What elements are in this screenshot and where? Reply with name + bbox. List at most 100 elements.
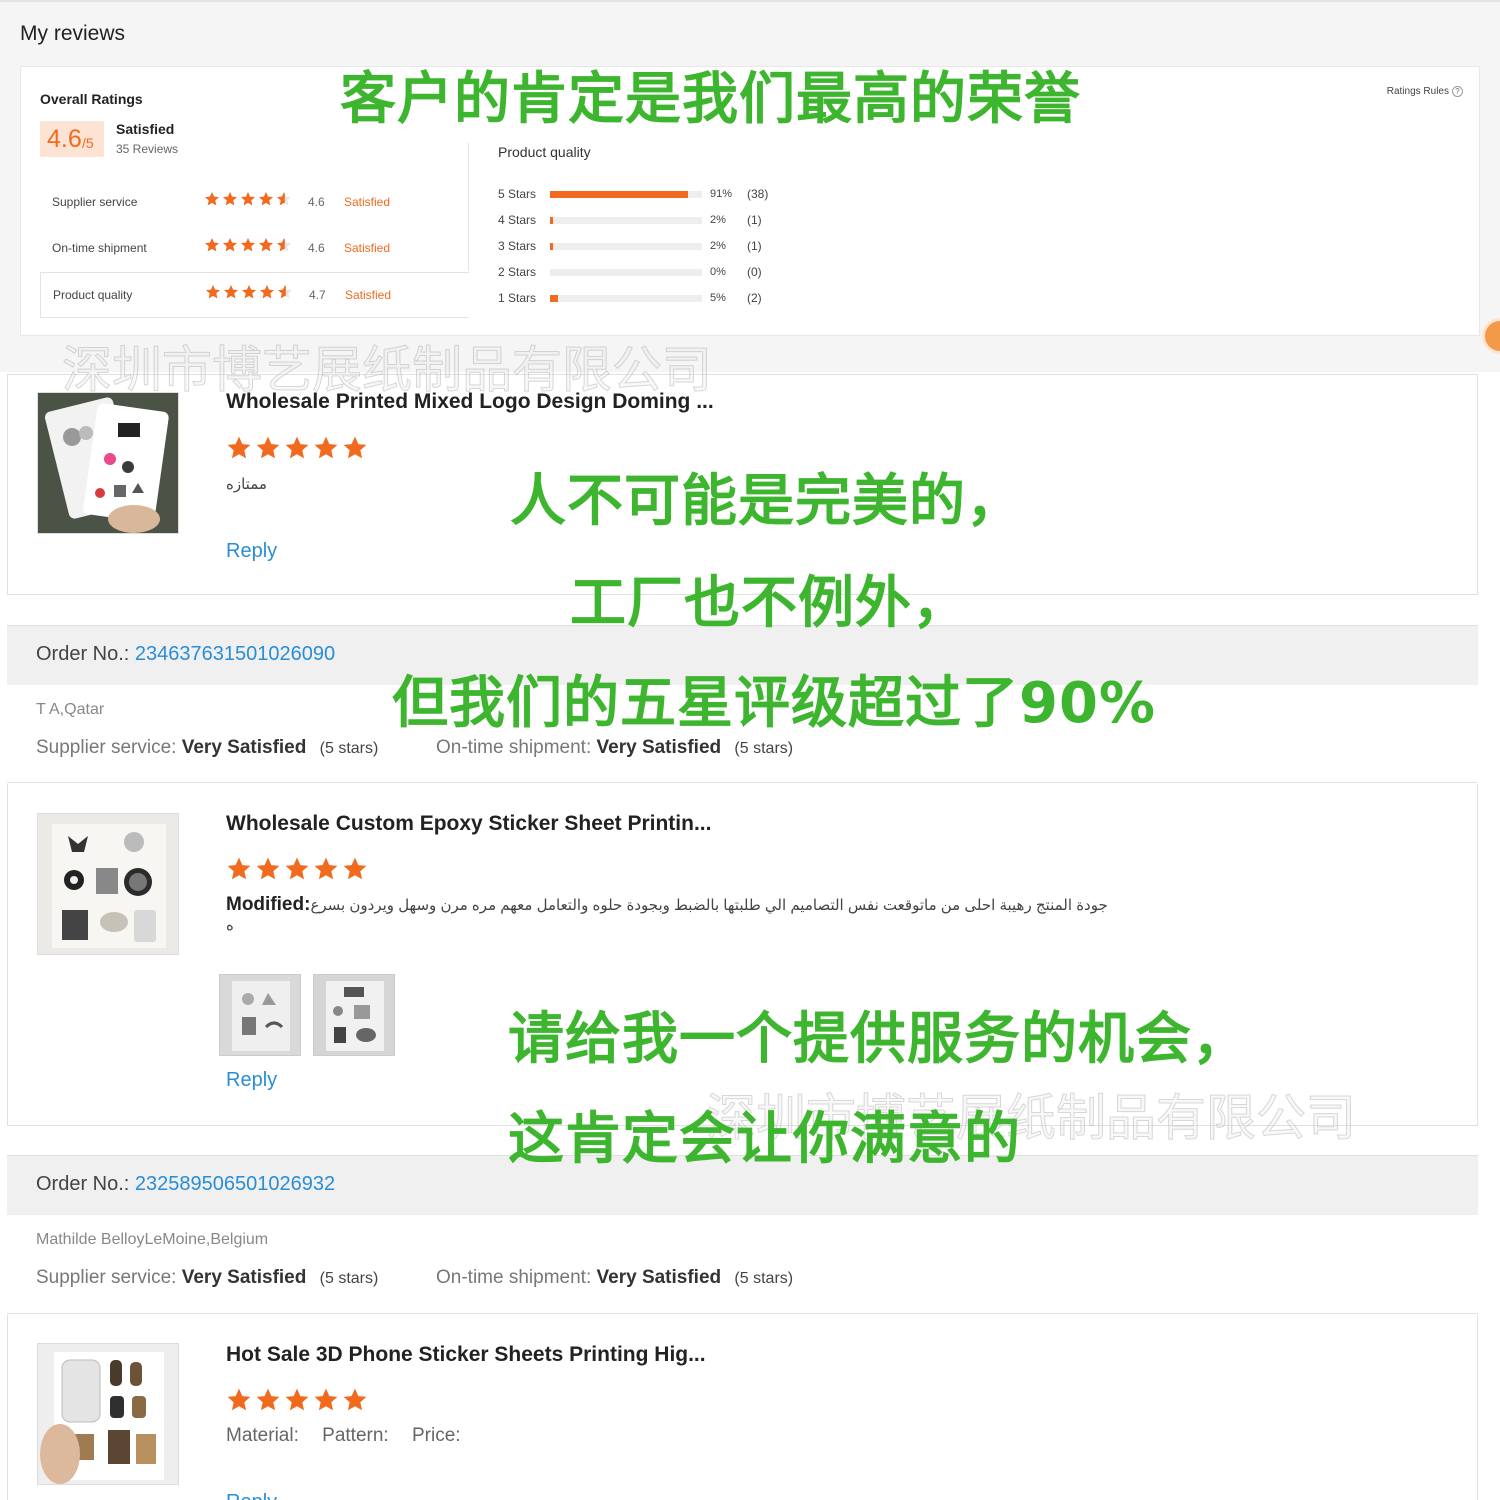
overlay-caption-1: 客户的肯定是我们最高的荣誉 xyxy=(340,67,1081,132)
metric-score: 4.6 xyxy=(308,195,325,209)
dist-bar-track xyxy=(550,217,702,224)
order-number: Order No.: 234637631501026090 xyxy=(36,643,335,666)
product-thumbnail[interactable] xyxy=(37,392,179,534)
star-icon xyxy=(227,857,251,880)
metric-status: Satisfied xyxy=(344,195,391,209)
metric-label: On-time shipment xyxy=(52,241,147,255)
metric-row-product-quality[interactable]: Product quality 4.7 Satisfied xyxy=(40,272,469,318)
star-icon xyxy=(343,436,367,459)
metric-row-on-time-shipment[interactable]: On-time shipment 4.6 Satisfied xyxy=(40,226,469,272)
dist-count: (2) xyxy=(747,291,762,305)
supplier-service-label: Supplier service: xyxy=(36,1267,177,1288)
dist-bar-track xyxy=(550,269,702,276)
dist-percent: 2% xyxy=(710,214,726,226)
distribution-row-5: 5 Stars 91% (38) xyxy=(498,186,798,204)
metric-label: Supplier service xyxy=(52,195,138,209)
star-icon xyxy=(205,238,219,252)
reply-link[interactable]: Reply xyxy=(226,1069,277,1092)
order-number-label: Order No.: xyxy=(36,643,130,665)
dist-bar-fill xyxy=(550,243,554,250)
supplier-service-rating: Supplier service: Very Satisfied (5 star… xyxy=(36,1267,378,1289)
product-thumbnail[interactable] xyxy=(37,813,179,955)
page-title: My reviews xyxy=(20,22,126,45)
review-photo[interactable] xyxy=(219,974,301,1056)
ratings-rules-link[interactable]: Ratings Rules ? xyxy=(1387,86,1463,97)
star-icon xyxy=(259,238,273,252)
shipment-value: Very Satisfied xyxy=(596,737,722,758)
star-icon xyxy=(277,192,291,206)
dist-percent: 2% xyxy=(710,240,726,252)
reply-link[interactable]: Reply xyxy=(226,540,277,563)
star-icon xyxy=(227,436,251,459)
order-number-link[interactable]: 234637631501026090 xyxy=(135,643,335,665)
metric-status: Satisfied xyxy=(345,288,392,302)
overall-score-max: /5 xyxy=(82,135,94,151)
review-text: ممتازه xyxy=(226,476,267,493)
review-text: Modified:جودة المنتج رهيبة احلى من ماتوق… xyxy=(226,894,1156,934)
supplier-service-value: Very Satisfied xyxy=(181,737,307,758)
star-icon xyxy=(241,192,255,206)
star-icon xyxy=(314,857,338,880)
metric-status: Satisfied xyxy=(344,241,391,255)
floating-chat-icon[interactable] xyxy=(1482,318,1500,354)
star-icon xyxy=(205,192,219,206)
star-icon xyxy=(260,285,274,299)
watermark-top: 深圳市博艺展纸制品有限公司 xyxy=(62,341,713,400)
review-text-line2: ه xyxy=(226,917,234,934)
overlay-caption-4: 但我们的五星评级超过了90% xyxy=(392,671,1157,736)
on-time-shipment-rating: On-time shipment: Very Satisfied (5 star… xyxy=(436,737,793,759)
dist-percent: 5% xyxy=(710,292,726,304)
star-icon xyxy=(277,238,291,252)
review-photo[interactable] xyxy=(313,974,395,1056)
dist-bar-fill xyxy=(550,191,689,198)
metric-row-supplier-service[interactable]: Supplier service 4.6 Satisfied xyxy=(40,180,469,226)
review-star-rating xyxy=(226,1387,368,1418)
reply-link[interactable]: Reply xyxy=(226,1491,277,1500)
shipment-value: Very Satisfied xyxy=(596,1267,722,1288)
metric-score: 4.6 xyxy=(308,241,325,255)
star-icon xyxy=(343,857,367,880)
overlay-caption-2: 人不可能是完美的， xyxy=(510,469,1023,534)
distribution-row-3: 3 Stars 2% (1) xyxy=(498,238,798,256)
dist-bar-track xyxy=(550,243,702,250)
shipment-count: (5 stars) xyxy=(734,740,794,757)
dist-label: 3 Stars xyxy=(498,239,537,253)
metric-score: 4.7 xyxy=(309,288,326,302)
buyer-name: T A,Qatar xyxy=(36,701,105,718)
stars-svg xyxy=(205,238,291,252)
overlay-caption-3: 工厂也不例外， xyxy=(570,571,969,636)
supplier-service-label: Supplier service: xyxy=(36,737,177,758)
star-icon xyxy=(285,436,309,459)
modified-label: Modified: xyxy=(226,894,311,915)
order-number-link[interactable]: 232589506501026932 xyxy=(135,1173,335,1195)
star-rating xyxy=(205,284,293,300)
review-star-rating xyxy=(226,856,368,887)
star-icon xyxy=(343,1388,367,1411)
order-meta: Mathilde BelloyLeMoine,Belgium Supplier … xyxy=(7,1215,1478,1314)
overall-ratings-label: Overall Ratings xyxy=(40,91,143,107)
distribution-title: Product quality xyxy=(498,144,591,160)
dist-bar-track xyxy=(550,191,702,198)
product-thumbnail[interactable] xyxy=(37,1343,179,1485)
star-icon xyxy=(256,436,280,459)
star-icon xyxy=(206,285,220,299)
dist-bar-fill xyxy=(550,295,558,302)
stars-svg xyxy=(227,436,367,459)
star-icon xyxy=(278,285,292,299)
overlay-caption-5: 请给我一个提供服务的机会， xyxy=(508,1007,1249,1072)
star-rating xyxy=(204,237,292,253)
dist-bar-track xyxy=(550,295,702,302)
product-title[interactable]: Wholesale Custom Epoxy Sticker Sheet Pri… xyxy=(226,812,711,836)
star-icon xyxy=(285,857,309,880)
dist-label: 4 Stars xyxy=(498,213,537,227)
product-title[interactable]: Hot Sale 3D Phone Sticker Sheets Printin… xyxy=(226,1343,706,1367)
on-time-shipment-rating: On-time shipment: Very Satisfied (5 star… xyxy=(436,1267,793,1289)
stars-svg xyxy=(227,1388,367,1411)
reviews-count: 35 Reviews xyxy=(116,142,179,156)
supplier-service-count: (5 stars) xyxy=(319,740,379,757)
overall-status: Satisfied xyxy=(116,121,175,137)
help-icon: ? xyxy=(1452,86,1463,97)
star-icon xyxy=(227,1388,251,1411)
distribution-row-4: 4 Stars 2% (1) xyxy=(498,212,798,230)
distribution-row-1: 1 Stars 5% (2) xyxy=(498,290,798,308)
